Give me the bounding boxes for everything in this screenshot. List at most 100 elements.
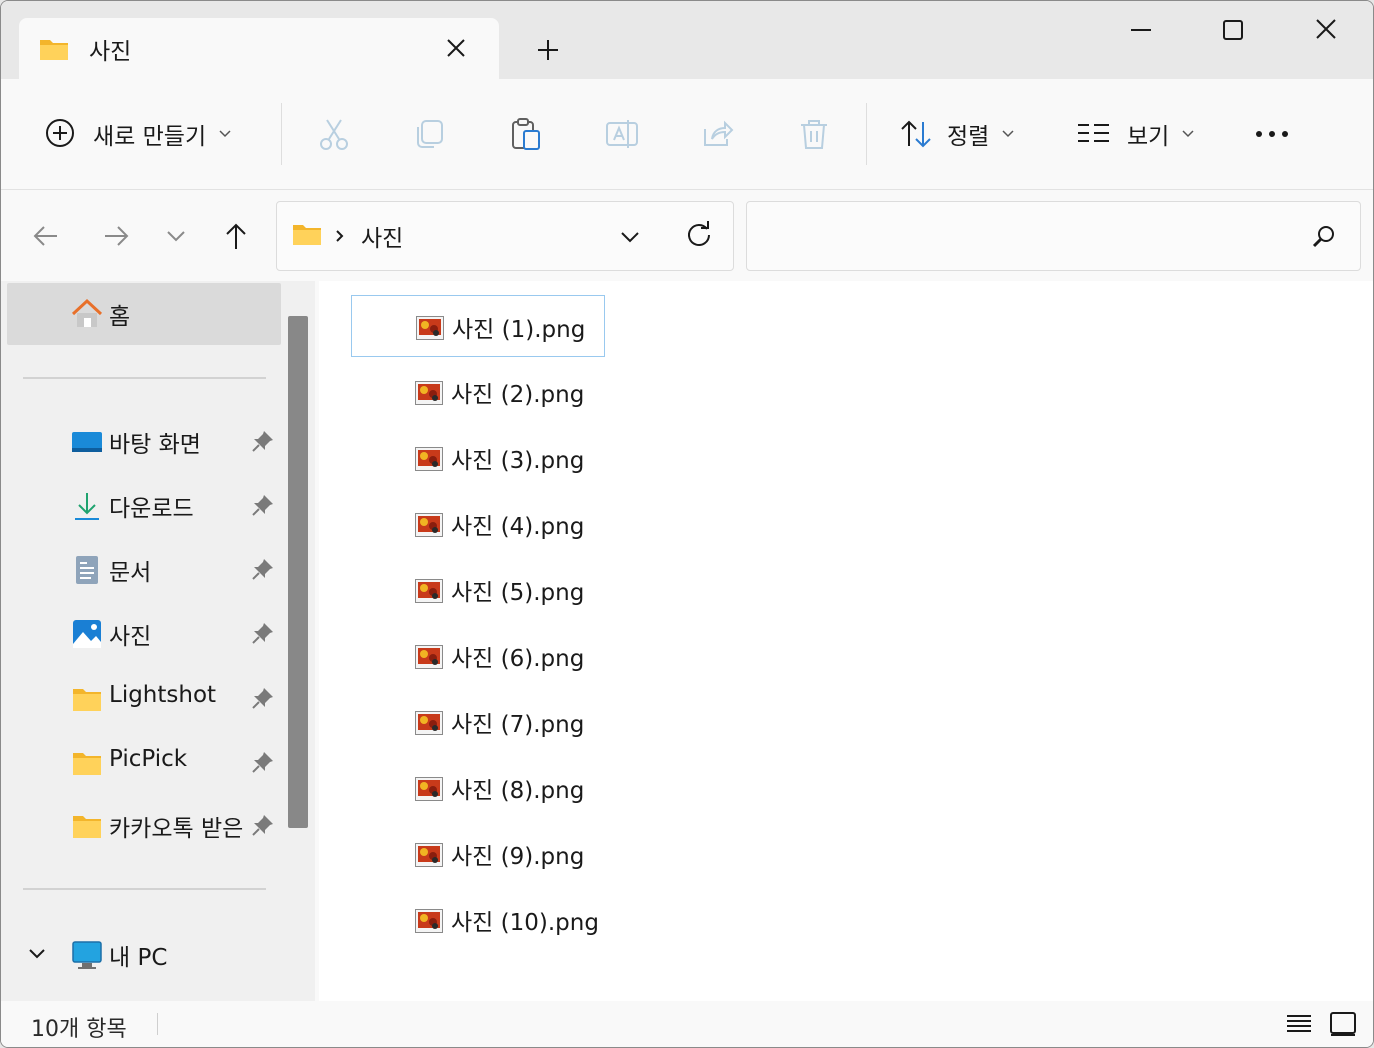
- search-box[interactable]: [746, 201, 1361, 271]
- refresh-icon[interactable]: [685, 221, 713, 249]
- close-tab-icon[interactable]: [444, 36, 468, 60]
- divider: [866, 103, 867, 165]
- sidebar-item-downloads[interactable]: 다운로드: [1, 473, 281, 537]
- computer-icon: [72, 941, 102, 969]
- sidebar-item-home[interactable]: 홈: [1, 281, 281, 345]
- image-file-icon: [415, 447, 443, 471]
- sidebar-item-label: PicPick: [109, 746, 188, 772]
- image-file-icon: [415, 777, 443, 801]
- tab-title: 사진: [89, 39, 132, 65]
- copy-icon[interactable]: [413, 117, 447, 151]
- image-file-icon: [415, 381, 443, 405]
- sidebar-scrollbar-thumb[interactable]: [288, 316, 308, 828]
- breadcrumb-photos[interactable]: 사진: [361, 219, 403, 253]
- file-item[interactable]: 사진 (3).png: [351, 427, 605, 489]
- sidebar-item-desktop[interactable]: 바탕 화면: [1, 409, 281, 473]
- file-name: 사진 (1).png: [452, 317, 586, 343]
- file-item[interactable]: 사진 (1).png: [351, 295, 605, 357]
- sidebar-item-lightshot[interactable]: Lightshot: [1, 666, 281, 730]
- file-name: 사진 (9).png: [451, 844, 585, 870]
- back-arrow-icon[interactable]: [29, 219, 63, 253]
- file-item[interactable]: 사진 (2).png: [351, 361, 605, 423]
- sort-button[interactable]: 정렬: [899, 117, 1015, 151]
- documents-icon: [76, 556, 98, 584]
- file-item[interactable]: 사진 (5).png: [351, 559, 605, 621]
- pin-icon[interactable]: [251, 429, 275, 453]
- file-name: 사진 (6).png: [451, 646, 585, 672]
- details-view-icon[interactable]: [1284, 1009, 1314, 1039]
- pin-icon[interactable]: [251, 493, 275, 517]
- maximize-icon[interactable]: [1211, 15, 1255, 49]
- file-name: 사진 (5).png: [451, 580, 585, 606]
- more-icon[interactable]: [1255, 117, 1289, 151]
- pin-icon[interactable]: [251, 813, 275, 837]
- file-name: 사진 (8).png: [451, 778, 585, 804]
- file-name: 사진 (7).png: [451, 712, 585, 738]
- new-tab-icon[interactable]: [533, 35, 563, 65]
- large-icons-view-icon[interactable]: [1328, 1009, 1358, 1039]
- address-bar[interactable]: 사진: [276, 201, 734, 271]
- sidebar-item-picpick[interactable]: PicPick: [1, 730, 281, 794]
- share-icon[interactable]: [701, 117, 735, 151]
- file-name: 사진 (3).png: [451, 448, 585, 474]
- sidebar-item-label: Lightshot: [109, 682, 217, 708]
- address-history-chevron-icon[interactable]: [617, 224, 643, 250]
- image-file-icon: [415, 579, 443, 603]
- file-name: 사진 (2).png: [451, 382, 585, 408]
- sidebar-item-this-pc[interactable]: 내 PC: [1, 922, 281, 986]
- expand-chevron-icon[interactable]: [27, 944, 47, 964]
- sort-label: 정렬: [947, 124, 990, 150]
- file-item[interactable]: 사진 (9).png: [351, 823, 605, 885]
- file-name: 사진 (4).png: [451, 514, 585, 540]
- recent-locations-chevron-icon[interactable]: [159, 219, 193, 253]
- pin-icon[interactable]: [251, 557, 275, 581]
- title-bar: 사진: [1, 1, 1373, 80]
- new-label: 새로 만들기: [93, 124, 207, 150]
- search-input[interactable]: [757, 216, 1301, 256]
- status-bar: 10개 항목: [1, 1001, 1373, 1047]
- forward-arrow-icon[interactable]: [99, 219, 133, 253]
- sidebar-item-label: 사진: [109, 624, 152, 650]
- sidebar-item-label: 다운로드: [109, 496, 194, 522]
- image-file-icon: [416, 316, 444, 340]
- image-file-icon: [415, 843, 443, 867]
- folder-icon: [40, 40, 68, 60]
- pin-icon[interactable]: [251, 621, 275, 645]
- explorer-window: 사진 새로 만들기 정렬 보기 사진 홈 바탕 화면 다운로드 문서 사진 Li…: [0, 0, 1374, 1048]
- image-file-icon: [415, 909, 443, 933]
- view-list-icon: [1078, 124, 1109, 142]
- breadcrumb-chevron-icon[interactable]: [333, 228, 347, 244]
- sidebar-item-pictures[interactable]: 사진: [1, 601, 281, 665]
- image-file-icon: [415, 711, 443, 735]
- new-button[interactable]: 새로 만들기: [45, 117, 232, 151]
- sidebar-item-label: 카카오톡 받은 파일: [109, 816, 251, 842]
- home-icon: [71, 298, 103, 327]
- view-label: 보기: [1127, 124, 1170, 150]
- chevron-down-icon: [1182, 130, 1194, 138]
- tab-photos[interactable]: 사진: [19, 18, 499, 80]
- file-item[interactable]: 사진 (6).png: [351, 625, 605, 687]
- file-name: 사진 (10).png: [451, 910, 599, 936]
- delete-icon[interactable]: [797, 117, 831, 151]
- divider: [281, 103, 282, 165]
- item-count: 10개 항목: [31, 1017, 127, 1042]
- minimize-icon[interactable]: [1119, 15, 1163, 49]
- up-arrow-icon[interactable]: [219, 219, 253, 253]
- close-window-icon[interactable]: [1304, 15, 1348, 49]
- rename-icon[interactable]: [605, 117, 639, 151]
- sidebar-item-label: 바탕 화면: [109, 432, 201, 458]
- sidebar-item-documents[interactable]: 문서: [1, 537, 281, 601]
- paste-icon[interactable]: [509, 117, 543, 151]
- view-button[interactable]: 보기: [1077, 117, 1195, 151]
- file-item[interactable]: 사진 (4).png: [351, 493, 605, 555]
- search-icon[interactable]: [1311, 224, 1337, 250]
- sidebar-item-kakaotalk[interactable]: 카카오톡 받은 파일: [1, 793, 281, 857]
- pin-icon[interactable]: [251, 686, 275, 710]
- pin-icon[interactable]: [251, 750, 275, 774]
- file-item[interactable]: 사진 (10).png: [351, 889, 605, 951]
- cut-icon[interactable]: [317, 117, 351, 151]
- chevron-down-icon: [1002, 130, 1014, 138]
- file-item[interactable]: 사진 (8).png: [351, 757, 605, 819]
- divider: [23, 888, 266, 890]
- file-item[interactable]: 사진 (7).png: [351, 691, 605, 753]
